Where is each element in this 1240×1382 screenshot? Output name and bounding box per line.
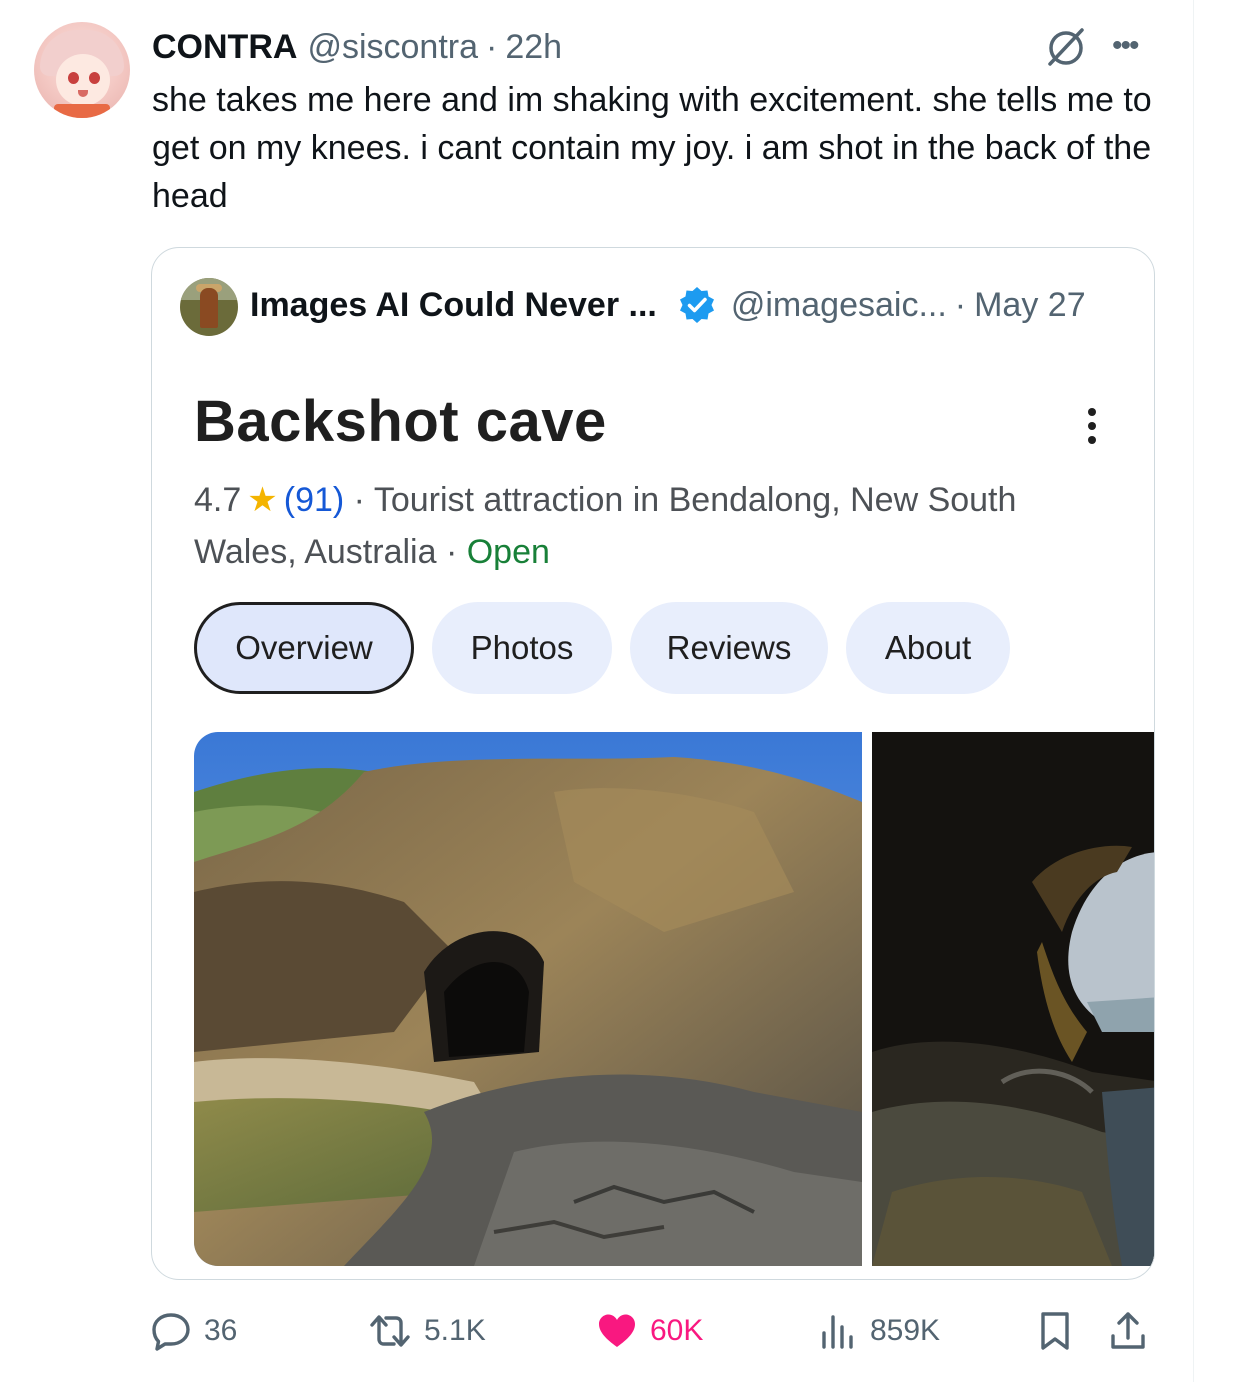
- right-divider: [1193, 0, 1194, 1382]
- repost-count: 5.1K: [424, 1314, 486, 1347]
- author-avatar[interactable]: [34, 22, 130, 118]
- tab-overview: Overview: [194, 602, 414, 694]
- cave-exterior-photo: [194, 732, 862, 1266]
- tab-about: About: [846, 602, 1010, 694]
- tweet-timestamp[interactable]: 22h: [505, 28, 562, 67]
- verified-badge-icon: [679, 287, 714, 323]
- quoted-author-display-name[interactable]: Images AI Could Never ...: [250, 286, 657, 325]
- cave-interior-photo: [872, 732, 1154, 1266]
- views-icon: [822, 1315, 853, 1349]
- author-handle[interactable]: @siscontra: [307, 28, 478, 67]
- repost-button[interactable]: 5.1K: [368, 1308, 486, 1354]
- tweet-action-bar: 36 5.1K 60K 859K: [150, 1308, 1160, 1354]
- reply-icon: [152, 1313, 190, 1351]
- share-icon: [1111, 1312, 1145, 1349]
- kebab-menu-icon: [1084, 408, 1100, 450]
- open-status: Open: [466, 533, 550, 571]
- share-button[interactable]: [1108, 1308, 1160, 1354]
- star-icon: ★: [247, 481, 278, 519]
- rating-value: 4.7: [194, 481, 242, 519]
- quoted-tweet-card[interactable]: Images AI Could Never ... @imagesaic... …: [151, 247, 1155, 1280]
- tweet-header: CONTRA @siscontra · 22h: [152, 27, 562, 67]
- quoted-tweet-date[interactable]: May 27: [974, 286, 1086, 325]
- views-button[interactable]: 859K: [818, 1308, 940, 1354]
- place-meta: 4.7 ★ (91) · Tourist attraction in Bendalo…: [194, 474, 1094, 578]
- like-count: 60K: [650, 1314, 704, 1347]
- quoted-author-avatar[interactable]: [180, 278, 238, 336]
- repost-icon: [370, 1315, 410, 1347]
- bookmark-icon: [1041, 1312, 1069, 1350]
- reply-count: 36: [204, 1314, 238, 1347]
- tab-reviews: Reviews: [630, 602, 828, 694]
- bookmark-button[interactable]: [1038, 1308, 1084, 1354]
- heart-icon: [599, 1314, 635, 1347]
- grok-icon[interactable]: [1044, 26, 1088, 68]
- reply-button[interactable]: 36: [150, 1308, 237, 1354]
- quoted-header-separator: ·: [954, 285, 967, 324]
- more-icon[interactable]: •••: [1112, 31, 1152, 61]
- tab-photos: Photos: [432, 602, 612, 694]
- quoted-author-handle[interactable]: @imagesaic...: [731, 286, 947, 325]
- quoted-tweet-header: Images AI Could Never ... @imagesaic... …: [250, 284, 1086, 326]
- place-tabs: Overview Photos Reviews About: [194, 602, 1010, 694]
- views-count: 859K: [870, 1314, 941, 1347]
- header-separator: ·: [486, 27, 498, 66]
- tweet-text: she takes me here and im shaking with ex…: [152, 81, 1152, 215]
- like-button[interactable]: 60K: [596, 1308, 703, 1354]
- author-display-name[interactable]: CONTRA: [152, 28, 297, 67]
- place-title: Backshot cave: [194, 389, 607, 454]
- review-count: (91): [283, 481, 345, 519]
